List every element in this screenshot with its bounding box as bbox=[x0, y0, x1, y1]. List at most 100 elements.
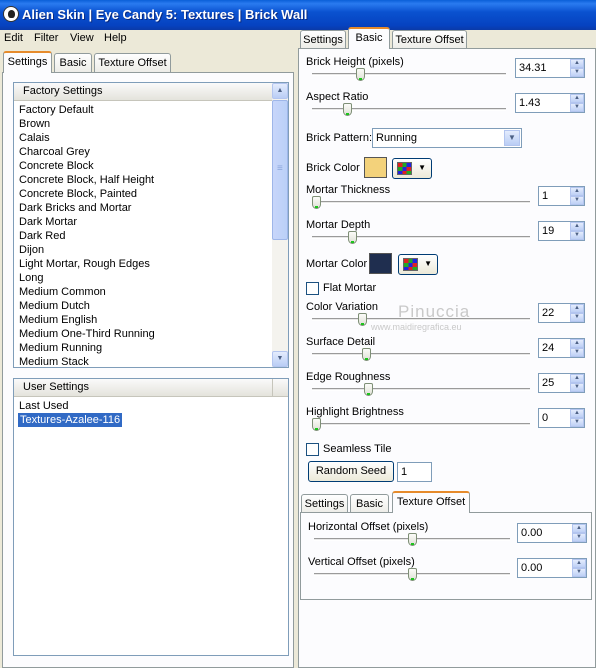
edge-roughness-input[interactable]: 25 ▲ ▼ bbox=[538, 373, 585, 393]
horizontal-offset-spinner[interactable]: ▲ ▼ bbox=[572, 524, 586, 542]
highlight-brightness-input[interactable]: 0 ▲ ▼ bbox=[538, 408, 585, 428]
arrow-down-icon[interactable]: ▼ bbox=[570, 418, 584, 427]
list-item[interactable]: Long bbox=[19, 271, 43, 285]
edge-roughness-spinner[interactable]: ▲ ▼ bbox=[570, 374, 584, 392]
list-item[interactable]: Brown bbox=[19, 117, 50, 131]
arrow-up-icon[interactable]: ▲ bbox=[570, 339, 584, 348]
mortar-thickness-slider-track[interactable] bbox=[312, 201, 530, 204]
tab-basic-right[interactable]: Basic bbox=[348, 27, 390, 49]
horizontal-offset-slider-thumb[interactable] bbox=[408, 533, 417, 546]
chevron-down-icon[interactable]: ▼ bbox=[504, 130, 520, 146]
brick-height-slider-track[interactable] bbox=[312, 73, 506, 76]
arrow-up-icon[interactable]: ▲ bbox=[570, 187, 584, 196]
factory-scrollbar[interactable]: ▲ ▼ bbox=[272, 83, 288, 367]
list-item[interactable]: Concrete Block bbox=[19, 159, 94, 173]
list-item[interactable]: Last Used bbox=[19, 399, 69, 413]
mortar-depth-slider-thumb[interactable] bbox=[348, 231, 357, 244]
color-variation-slider-thumb[interactable] bbox=[358, 313, 367, 326]
tab-basic-sub[interactable]: Basic bbox=[350, 494, 389, 514]
factory-settings-list[interactable]: Factory Settings Factory Default Brown Cal… bbox=[13, 82, 289, 368]
mortar-depth-spinner[interactable]: ▲ ▼ bbox=[570, 222, 584, 240]
edge-roughness-slider-track[interactable] bbox=[312, 388, 530, 391]
aspect-ratio-spinner[interactable]: ▲ ▼ bbox=[570, 94, 584, 112]
arrow-up-icon[interactable]: ▲ bbox=[272, 83, 288, 99]
surface-detail-slider-thumb[interactable] bbox=[362, 348, 371, 361]
arrow-down-icon[interactable]: ▼ bbox=[570, 231, 584, 240]
list-item[interactable]: Dark Red bbox=[19, 229, 65, 243]
vertical-offset-input[interactable]: 0.00 ▲ ▼ bbox=[517, 558, 587, 578]
color-variation-input[interactable]: 22 ▲ ▼ bbox=[538, 303, 585, 323]
scroll-thumb[interactable] bbox=[272, 100, 288, 240]
list-item[interactable]: Calais bbox=[19, 131, 50, 145]
menu-edit[interactable]: Edit bbox=[4, 32, 23, 44]
brick-height-input[interactable]: 34.31 ▲ ▼ bbox=[515, 58, 585, 78]
menu-view[interactable]: View bbox=[70, 32, 94, 44]
list-item[interactable]: Concrete Block, Painted bbox=[19, 187, 137, 201]
mortar-color-swatch[interactable] bbox=[369, 253, 392, 274]
brick-color-swatch[interactable] bbox=[364, 157, 387, 178]
arrow-down-icon[interactable]: ▼ bbox=[570, 103, 584, 112]
arrow-down-icon[interactable]: ▼ bbox=[570, 383, 584, 392]
arrow-down-icon[interactable]: ▼ bbox=[570, 348, 584, 357]
list-item[interactable]: Dark Bricks and Mortar bbox=[19, 201, 131, 215]
user-settings-list[interactable]: User Settings Last Used Textures-Azalee-1… bbox=[13, 378, 289, 656]
mortar-thickness-slider-thumb[interactable] bbox=[312, 196, 321, 209]
mortar-color-palette-button[interactable]: ▼ bbox=[398, 254, 438, 275]
tab-texture-offset-right[interactable]: Texture Offset bbox=[392, 30, 467, 50]
menu-help[interactable]: Help bbox=[104, 32, 127, 44]
arrow-down-icon[interactable]: ▼ bbox=[572, 568, 586, 577]
brick-color-palette-button[interactable]: ▼ bbox=[392, 158, 432, 179]
aspect-ratio-slider-track[interactable] bbox=[312, 108, 506, 111]
brick-pattern-select[interactable]: Running ▼ bbox=[372, 128, 522, 148]
list-item[interactable]: Dijon bbox=[19, 243, 44, 257]
surface-detail-slider-track[interactable] bbox=[312, 353, 530, 356]
list-item[interactable]: Medium Stack bbox=[19, 355, 89, 367]
list-item[interactable]: Textures-Azalee-116 bbox=[18, 413, 123, 427]
highlight-brightness-slider-track[interactable] bbox=[312, 423, 530, 426]
flat-mortar-checkbox[interactable] bbox=[306, 282, 319, 295]
list-item[interactable]: Medium Running bbox=[19, 341, 102, 355]
color-variation-spinner[interactable]: ▲ ▼ bbox=[570, 304, 584, 322]
brick-height-spinner[interactable]: ▲ ▼ bbox=[570, 59, 584, 77]
arrow-up-icon[interactable]: ▲ bbox=[570, 409, 584, 418]
list-item[interactable]: Concrete Block, Half Height bbox=[19, 173, 154, 187]
list-item[interactable]: Factory Default bbox=[19, 103, 94, 117]
list-item[interactable]: Dark Mortar bbox=[19, 215, 77, 229]
arrow-up-icon[interactable]: ▲ bbox=[570, 374, 584, 383]
brick-height-slider-thumb[interactable] bbox=[356, 68, 365, 81]
arrow-up-icon[interactable]: ▲ bbox=[572, 559, 586, 568]
surface-detail-spinner[interactable]: ▲ ▼ bbox=[570, 339, 584, 357]
arrow-down-icon[interactable]: ▼ bbox=[272, 351, 288, 367]
arrow-up-icon[interactable]: ▲ bbox=[572, 524, 586, 533]
highlight-brightness-slider-thumb[interactable] bbox=[312, 418, 321, 431]
mortar-depth-slider-track[interactable] bbox=[312, 236, 530, 239]
arrow-up-icon[interactable]: ▲ bbox=[570, 222, 584, 231]
mortar-thickness-input[interactable]: 1 ▲ ▼ bbox=[538, 186, 585, 206]
highlight-brightness-spinner[interactable]: ▲ ▼ bbox=[570, 409, 584, 427]
menu-filter[interactable]: Filter bbox=[34, 32, 58, 44]
aspect-ratio-slider-thumb[interactable] bbox=[343, 103, 352, 116]
tab-basic-left[interactable]: Basic bbox=[54, 53, 92, 73]
arrow-down-icon[interactable]: ▼ bbox=[570, 68, 584, 77]
tab-settings-left[interactable]: Settings bbox=[3, 51, 52, 73]
arrow-up-icon[interactable]: ▲ bbox=[570, 59, 584, 68]
arrow-down-icon[interactable]: ▼ bbox=[570, 313, 584, 322]
list-item[interactable]: Medium Dutch bbox=[19, 299, 90, 313]
vertical-offset-spinner[interactable]: ▲ ▼ bbox=[572, 559, 586, 577]
list-item[interactable]: Medium Common bbox=[19, 285, 106, 299]
arrow-up-icon[interactable]: ▲ bbox=[570, 94, 584, 103]
random-seed-button[interactable]: Random Seed bbox=[308, 461, 394, 482]
mortar-depth-input[interactable]: 19 ▲ ▼ bbox=[538, 221, 585, 241]
random-seed-input[interactable]: 1 bbox=[397, 462, 432, 482]
arrow-up-icon[interactable]: ▲ bbox=[570, 304, 584, 313]
list-item[interactable]: Charcoal Grey bbox=[19, 145, 90, 159]
tab-texture-offset-left[interactable]: Texture Offset bbox=[94, 53, 171, 73]
aspect-ratio-input[interactable]: 1.43 ▲ ▼ bbox=[515, 93, 585, 113]
mortar-thickness-spinner[interactable]: ▲ ▼ bbox=[570, 187, 584, 205]
seamless-tile-checkbox[interactable] bbox=[306, 443, 319, 456]
surface-detail-input[interactable]: 24 ▲ ▼ bbox=[538, 338, 585, 358]
tab-texture-offset-sub[interactable]: Texture Offset bbox=[392, 491, 470, 513]
tab-settings-right[interactable]: Settings bbox=[300, 30, 346, 50]
vertical-offset-slider-thumb[interactable] bbox=[408, 568, 417, 581]
arrow-down-icon[interactable]: ▼ bbox=[572, 533, 586, 542]
